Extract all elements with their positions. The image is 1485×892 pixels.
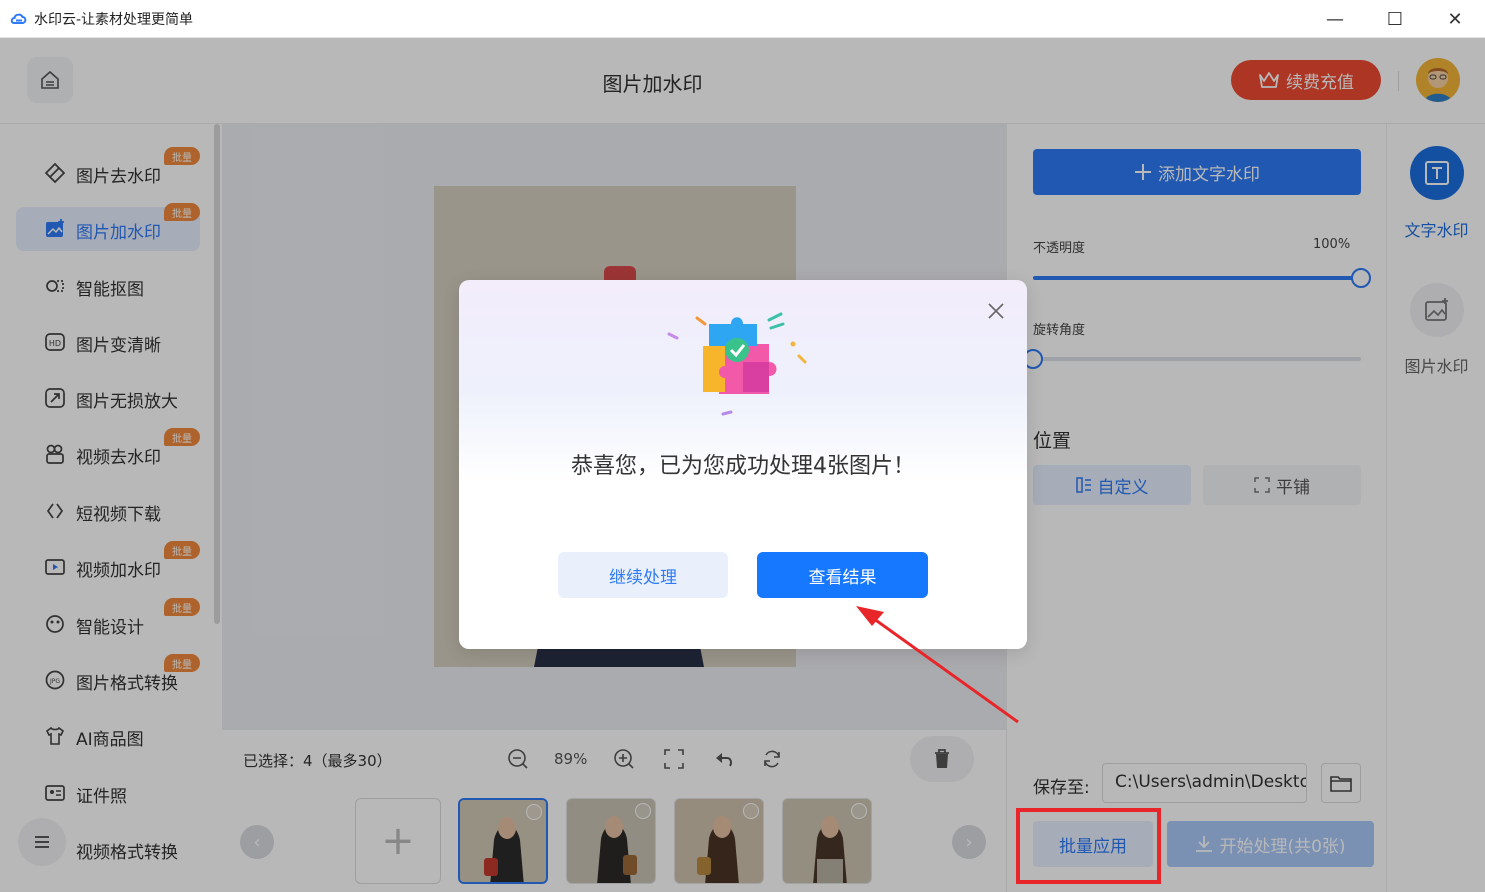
close-icon (988, 303, 1004, 319)
close-window-button[interactable]: ✕ (1425, 0, 1485, 38)
view-results-button[interactable]: 查看结果 (757, 552, 928, 598)
success-dialog: 恭喜您，已为您成功处理4张图片！ 继续处理 查看结果 (459, 280, 1027, 649)
title-bar: 水印云-让素材处理更简单 — ☐ ✕ (0, 0, 1485, 38)
maximize-button[interactable]: ☐ (1365, 0, 1425, 38)
close-icon: ✕ (1447, 8, 1463, 30)
continue-processing-button[interactable]: 继续处理 (558, 552, 728, 598)
maximize-icon: ☐ (1386, 8, 1404, 30)
annotation-highlight-box (1016, 808, 1161, 884)
minimize-icon: — (1326, 8, 1344, 30)
window-title: 水印云-让素材处理更简单 (34, 12, 194, 28)
app-logo-icon (10, 13, 27, 24)
minimize-button[interactable]: — (1305, 0, 1365, 38)
dialog-close-button[interactable] (983, 298, 1009, 324)
success-message: 恭喜您，已为您成功处理4张图片！ (571, 454, 915, 479)
puzzle-success-illustration (667, 312, 807, 416)
